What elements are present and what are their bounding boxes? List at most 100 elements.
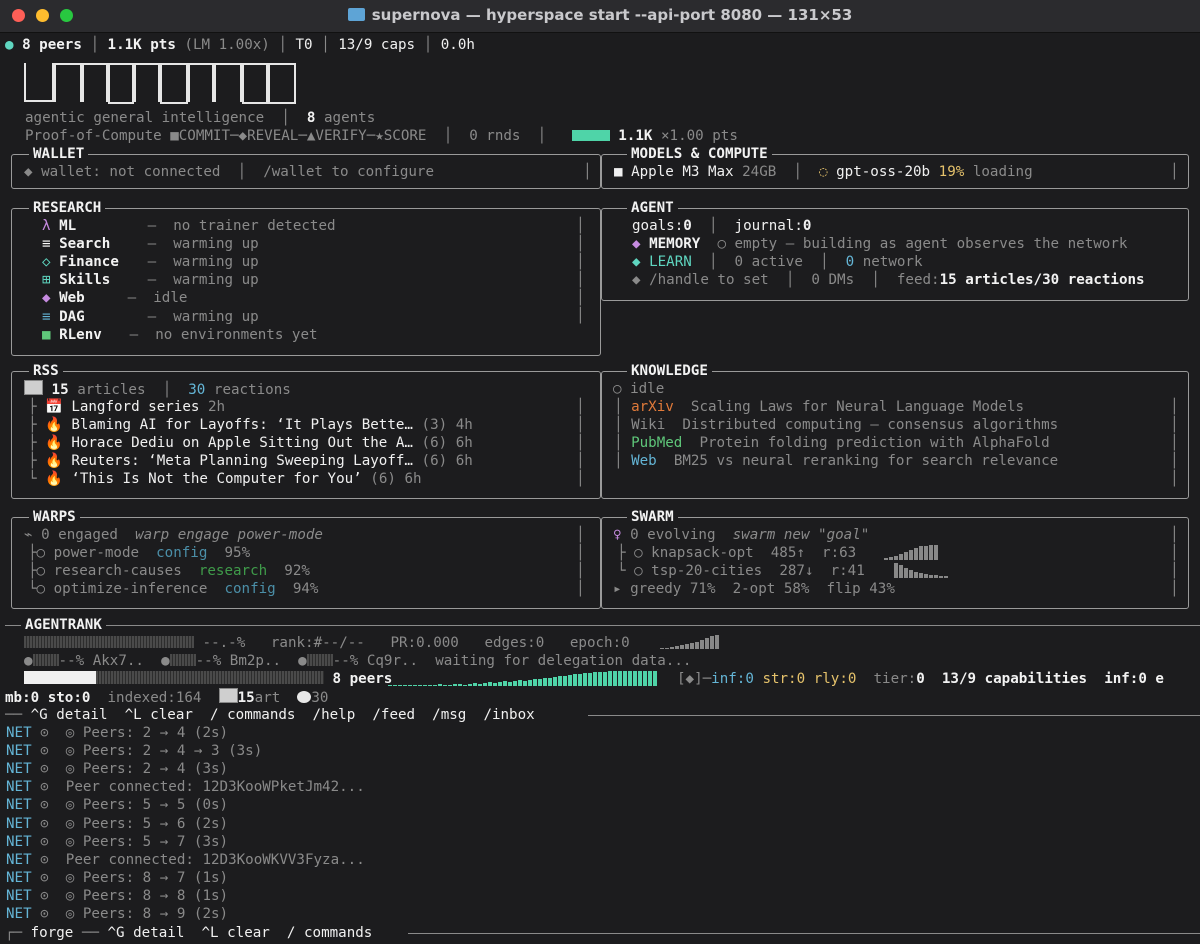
warp-tag: research: [198, 563, 268, 580]
fire-icon: 🔥: [45, 453, 63, 470]
fire-icon: 🔥: [45, 417, 63, 434]
research-item[interactable]: ⊞ Skills — warming up: [42, 271, 259, 289]
log-tag: NET: [6, 797, 32, 814]
shortcut-item[interactable]: / commands: [287, 925, 372, 941]
shortcut-item[interactable]: ^G detail: [108, 925, 185, 941]
rss-title: RSS: [29, 362, 63, 381]
delegate-bar: [306, 654, 333, 666]
warp-item[interactable]: ├○ power-mode config 95%: [28, 544, 250, 562]
rss-item[interactable]: └ 🔥 ‘This Is Not the Computer for You’ (…: [28, 470, 422, 488]
window-title: supernova — hyperspace start --api-port …: [0, 6, 1200, 24]
tree-branch: ├: [28, 417, 46, 434]
knowledge-source: Wiki: [631, 417, 666, 434]
knapsack-sparkline: [884, 545, 939, 560]
chip-icon: ■: [614, 164, 623, 180]
rank-bar: [24, 636, 194, 648]
activity-bar: [648, 671, 652, 686]
rss-item-title: Reuters: ‘Meta Planning Sweeping Layoff…: [71, 453, 413, 470]
activity-bar: [418, 685, 422, 686]
activity-bar: [518, 680, 522, 686]
knowledge-item[interactable]: │ PubMed Protein folding prediction with…: [614, 434, 1050, 452]
research-item-icon: ≡: [42, 308, 51, 325]
shortcut-item[interactable]: ^L clear: [201, 925, 269, 941]
rss-item[interactable]: ├ 🔥 Reuters: ‘Meta Planning Sweeping Lay…: [28, 452, 473, 470]
log-line: NET ⊙ Peer connected: 12D3KooWPketJm42..…: [6, 778, 365, 796]
delegates-line: ● --% Akx7.. ● --% Bm2p.. ● --% Cq9r.. wait…: [24, 653, 692, 669]
points-bar: [571, 130, 610, 141]
swarm-evolving: ♀ 0 evolving swarm new "goal": [613, 527, 870, 543]
research-title: RESEARCH: [29, 199, 106, 218]
agent-title: AGENT: [627, 199, 678, 218]
research-item[interactable]: λ ML — no trainer detected: [42, 217, 336, 235]
activity-bar: [598, 672, 602, 686]
activity-bar: [608, 671, 612, 686]
knowledge-item[interactable]: │ Wiki Distributed computing — consensus…: [614, 416, 1058, 434]
swarm-name: tsp-20-cities: [651, 563, 763, 580]
rss-item[interactable]: ├ 📅 Langford series 2h: [28, 398, 225, 416]
activity-bar: [438, 684, 442, 686]
log-line: NET ⊙ ◎ Peers: 2 → 4 → 3 (3s): [6, 742, 262, 760]
peers-bar-filled: [24, 671, 96, 684]
activity-bar: [533, 679, 537, 686]
activity-bar: [423, 685, 427, 686]
delegate-item: ● --% Cq9r..: [298, 653, 435, 669]
delegate-bar: [32, 654, 59, 666]
activity-bar: [458, 684, 462, 686]
rss-item-age: 6h: [455, 435, 473, 452]
research-item[interactable]: ◆ Web — idle: [42, 289, 187, 307]
rss-item-age: 6h: [404, 471, 422, 488]
activity-bar: [398, 685, 402, 686]
rss-item-title: Blaming AI for Layoffs: ‘It Plays Bette…: [71, 417, 413, 434]
tsp-sparkline: [894, 563, 949, 578]
research-item[interactable]: ≡ Search — warming up: [42, 235, 259, 253]
wallet-hint[interactable]: /wallet to configure: [263, 164, 434, 180]
activity-bar: [593, 672, 597, 686]
knowledge-item[interactable]: │ Web BM25 vs neural reranking for searc…: [614, 452, 1058, 470]
shortcut-item[interactable]: /inbox: [483, 707, 534, 723]
rss-item[interactable]: ├ 🔥 Blaming AI for Layoffs: ‘It Plays Be…: [28, 416, 473, 434]
swarm-score: 485↑: [770, 545, 805, 561]
rss-item[interactable]: ├ 🔥 Horace Dediu on Apple Sitting Out th…: [28, 434, 473, 452]
shortcut-item[interactable]: ^G detail: [31, 707, 108, 723]
activity-bar: [633, 671, 637, 686]
research-item-status: — warming up: [147, 308, 259, 325]
warp-item[interactable]: └○ optimize-inference config 94%: [28, 580, 318, 598]
log-text: ⊙ ◎ Peers: 8 → 9 (2s): [40, 906, 229, 922]
knowledge-item[interactable]: │ arXiv Scaling Laws for Neural Language…: [614, 398, 1024, 416]
log-line: NET ⊙ ◎ Peers: 5 → 5 (0s): [6, 796, 228, 814]
research-item-name: RLenv: [59, 326, 102, 343]
shortcut-item[interactable]: /msg: [432, 707, 466, 723]
swarm-item[interactable]: └ ○ tsp-20-cities 287↓ r:41: [617, 562, 865, 580]
delegate-dot-icon: ●: [24, 653, 33, 669]
log-line: NET ⊙ ◎ Peers: 2 → 4 (2s): [6, 724, 228, 742]
fire-icon: 🔥: [45, 435, 63, 452]
warp-item[interactable]: ├○ research-causes research 92%: [28, 562, 310, 580]
activity-bar: [448, 685, 452, 686]
log-line: NET ⊙ ◎ Peers: 8 → 8 (1s): [6, 887, 228, 905]
log-line: NET ⊙ ◎ Peers: 5 → 6 (2s): [6, 815, 228, 833]
log-text: ⊙ ◎ Peers: 5 → 5 (0s): [40, 797, 229, 814]
warp-tag: config: [156, 545, 208, 561]
research-item[interactable]: ≡ DAG — warming up: [42, 308, 259, 326]
research-item[interactable]: ◇ Finance — warming up: [42, 253, 259, 271]
log-line: NET ⊙ Peer connected: 12D3KooWKVV3Fyza..…: [6, 851, 365, 869]
wallet-title: WALLET: [29, 145, 89, 164]
shortcut-item[interactable]: ^L clear: [125, 707, 193, 723]
shortcut-item[interactable]: /help: [313, 707, 356, 723]
shortcut-item[interactable]: / commands: [210, 707, 295, 723]
terminal-content[interactable]: ● 8 peers │ 1.1K pts (LM 1.00x) │ T0 │ 1…: [0, 33, 1200, 944]
rss-item-title: ‘This Is Not the Computer for You’: [71, 471, 362, 488]
capabilities-line: [◆]─inf:0 str:0 rly:0 tier:0 13/9 capabi…: [677, 671, 1164, 687]
poc-line: Proof-of-Compute ■COMMIT─◆REVEAL─▲VERIFY…: [25, 128, 738, 144]
shortcut-item[interactable]: /feed: [372, 707, 415, 723]
tree-branch: └ ○: [617, 563, 652, 580]
log-tag: NET: [6, 815, 32, 832]
rss-item-age: 2h: [207, 399, 226, 415]
research-item[interactable]: ■ RLenv — no environments yet: [42, 326, 318, 344]
activity-bar: [578, 674, 582, 686]
log-tag: NET: [6, 761, 32, 778]
research-item-icon: ■: [42, 326, 51, 343]
swarm-item[interactable]: ├ ○ knapsack-opt 485↑ r:63: [617, 544, 856, 562]
warp-name: research-causes: [53, 563, 182, 580]
log-tag: NET: [6, 851, 32, 868]
